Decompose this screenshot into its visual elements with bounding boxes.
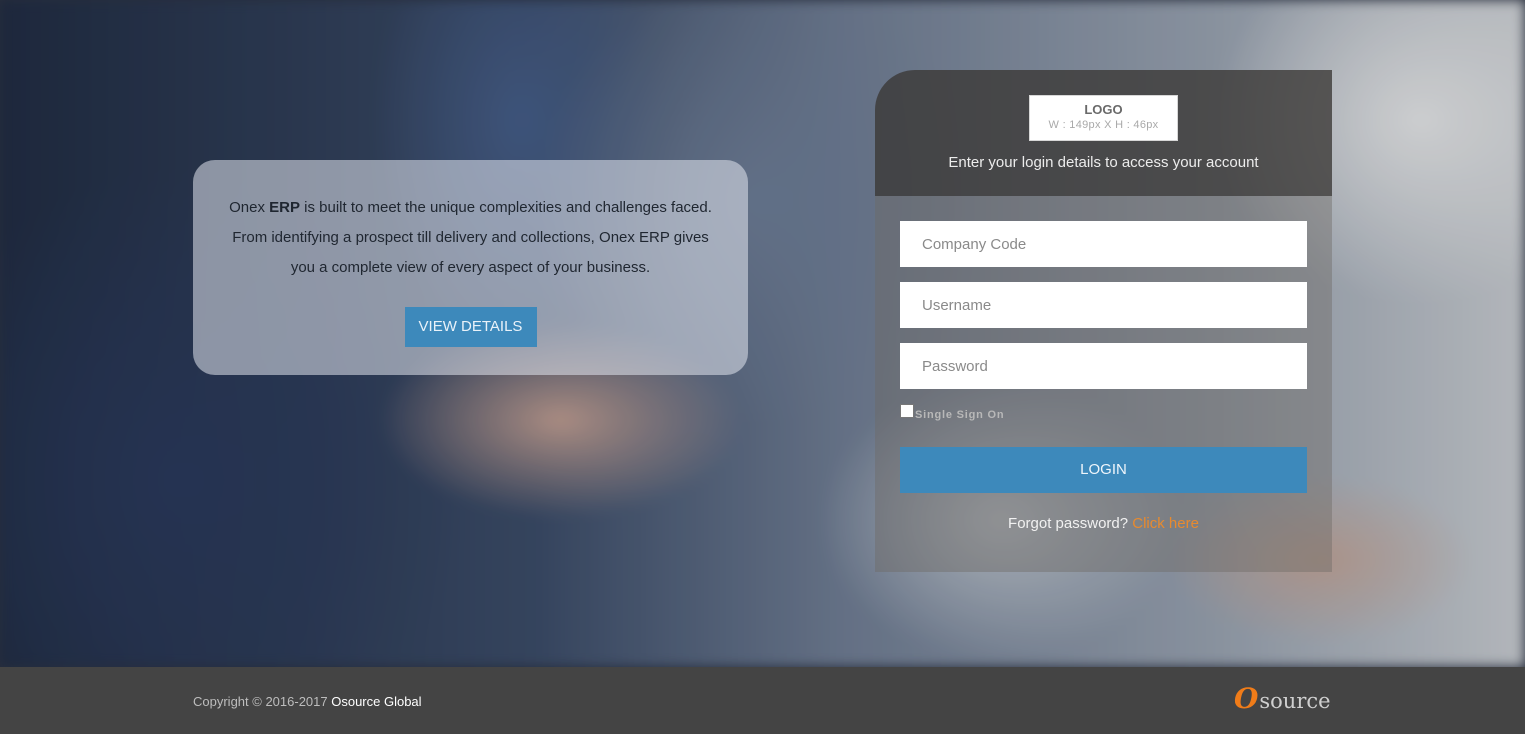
sso-row: Single Sign On [900,404,1307,424]
view-details-button[interactable]: VIEW DETAILS [404,307,537,347]
login-subtitle: Enter your login details to access your … [948,154,1259,171]
brand-logo-o: O [1234,682,1259,715]
sso-label: Single Sign On [915,409,1005,421]
brand-logo-text: source [1259,689,1331,713]
info-description: Onex ERP is built to meet the unique com… [221,193,721,283]
company-code-input[interactable] [900,221,1307,267]
info-text-rest: is built to meet the unique complexities… [232,199,712,276]
logo-dimensions: W : 149px X H : 46px [1048,119,1159,131]
forgot-password-link[interactable]: Click here [1132,515,1199,532]
copyright: Copyright © 2016-2017 Osource Global [193,694,422,709]
info-text-bold: ERP [269,199,300,216]
login-form: Single Sign On LOGIN Forgot password? Cl… [875,196,1332,572]
login-header: LOGO W : 149px X H : 46px Enter your log… [875,70,1332,196]
brand-logo: O source [1234,682,1331,715]
logo-placeholder: LOGO W : 149px X H : 46px [1029,95,1178,141]
forgot-password-text: Forgot password? [1008,515,1129,532]
sso-checkbox[interactable] [900,404,914,418]
login-panel: LOGO W : 149px X H : 46px Enter your log… [875,70,1332,572]
forgot-password-row: Forgot password? Click here [900,515,1307,532]
footer: Copyright © 2016-2017 Osource Global O s… [0,667,1525,734]
copyright-text: Copyright © 2016-2017 [193,694,328,709]
login-button[interactable]: LOGIN [900,447,1307,493]
logo-title: LOGO [1084,102,1123,117]
password-input[interactable] [900,343,1307,389]
copyright-company: Osource Global [331,694,422,709]
info-text-start: Onex [229,199,270,216]
info-panel: Onex ERP is built to meet the unique com… [193,160,748,375]
username-input[interactable] [900,282,1307,328]
